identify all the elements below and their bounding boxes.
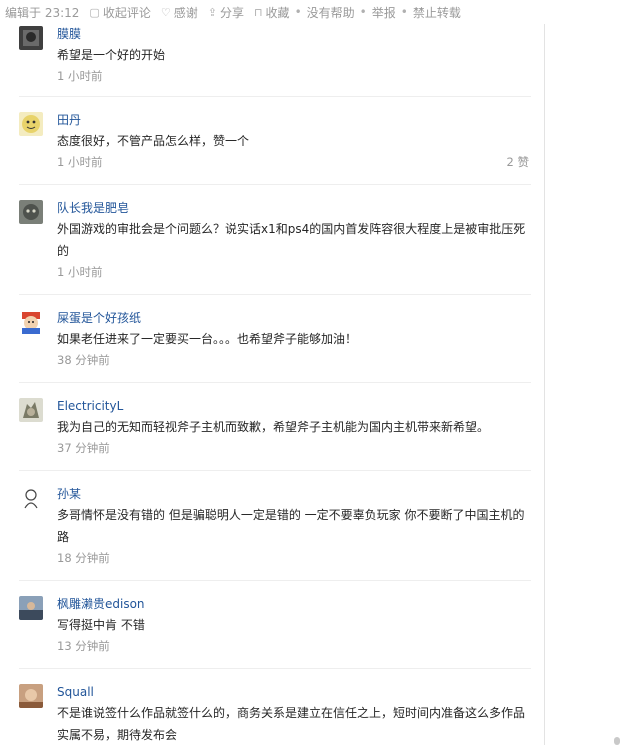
comment-author[interactable]: 膜膜 xyxy=(57,26,531,44)
comment-text: 如果老任进来了一定要买一台。。。也希望斧子能够加油！ xyxy=(57,332,358,346)
comment-text: 写得挺中肯 不错 xyxy=(57,618,145,632)
comment-author[interactable]: 屎蛋是个好孩纸 xyxy=(57,310,531,328)
comment-author[interactable]: 队长我是肥皂 xyxy=(57,200,531,218)
avatar-image xyxy=(19,26,43,50)
comment-author[interactable]: Squall xyxy=(57,684,531,702)
comment-icon: ▢ xyxy=(89,5,100,19)
avatar[interactable] xyxy=(19,398,43,422)
comment-item: 屎蛋是个好孩纸 如果老任进来了一定要买一台。。。也希望斧子能够加油！ 38 分钟… xyxy=(19,310,531,383)
comment-time: 18 分钟前 xyxy=(57,551,110,565)
separator-dot: • xyxy=(359,5,367,19)
comment-text: 态度很好，不管产品怎么样，赞一个 xyxy=(57,134,250,148)
thanks-button[interactable]: ♡ 感谢 xyxy=(161,4,198,21)
comment-item: 田丹 态度很好，不管产品怎么样，赞一个 1 小时前 2 赞 xyxy=(19,112,531,185)
share-icon: ⇪ xyxy=(207,5,217,19)
comment-item: 孙某 多哥情怀是没有错的 但是骗聪明人一定是错的 一定不要辜负玩家 你不要断了中… xyxy=(19,486,531,581)
avatar-image xyxy=(19,200,43,224)
comment-time: 1 小时前 xyxy=(57,69,103,83)
scrollbar-track[interactable] xyxy=(614,0,623,745)
heart-icon: ♡ xyxy=(160,5,171,19)
share-label: 分享 xyxy=(219,5,244,20)
comment-text: 不是谁说签什么作品就签什么的，商务关系是建立在信任之上，短时间内准备这么多作品实… xyxy=(57,706,526,742)
avatar[interactable] xyxy=(19,200,43,224)
answer-action-bar: 编辑于 23:12 ▢ 收起评论 ♡ 感谢 ⇪ 分享 ⊓ 收藏 • 没有帮助 •… xyxy=(0,0,623,24)
avatar[interactable] xyxy=(19,112,43,136)
collapse-comments-label: 收起评论 xyxy=(102,5,151,20)
comments-panel: 膜膜 希望是一个好的开始 1 小时前 田丹 态度很好，不管产品怎么样，赞一个 1… xyxy=(0,24,545,745)
avatar-image xyxy=(19,596,43,620)
comment-item: 队长我是肥皂 外国游戏的审批会是个问题么？说实话x1和ps4的国内首发阵容很大程… xyxy=(19,200,531,295)
comment-author[interactable]: ElectricityL xyxy=(57,398,531,416)
avatar-image xyxy=(19,310,43,334)
collapse-comments-button[interactable]: ▢ 收起评论 xyxy=(89,4,150,21)
favorite-label: 收藏 xyxy=(265,5,290,20)
share-button[interactable]: ⇪ 分享 xyxy=(208,4,244,21)
comment-time: 37 分钟前 xyxy=(57,441,110,455)
comment-text: 我为自己的无知而轻视斧子主机而致歉，希望斧子主机能为国内主机带来新希望。 xyxy=(57,420,490,434)
comment-time: 1 小时前 xyxy=(57,265,103,279)
comment-author[interactable]: 枫雕濑贵edison xyxy=(57,596,531,614)
separator-dot: • xyxy=(400,5,408,19)
separator-dot: • xyxy=(294,5,302,19)
comment-item: 膜膜 希望是一个好的开始 1 小时前 xyxy=(19,26,531,97)
avatar-image xyxy=(19,112,43,136)
comment-text: 希望是一个好的开始 xyxy=(57,48,166,62)
avatar[interactable] xyxy=(19,26,43,50)
avatar-image xyxy=(19,486,43,510)
comment-item: 枫雕濑贵edison 写得挺中肯 不错 13 分钟前 xyxy=(19,596,531,669)
comment-time: 1 小时前 xyxy=(57,155,103,169)
avatar[interactable] xyxy=(19,596,43,620)
thanks-label: 感谢 xyxy=(173,5,198,20)
avatar[interactable] xyxy=(19,684,43,708)
comment-text: 多哥情怀是没有错的 但是骗聪明人一定是错的 一定不要辜负玩家 你不要断了中国主机… xyxy=(57,508,525,544)
favorite-button[interactable]: ⊓ 收藏 xyxy=(254,4,290,21)
avatar-image xyxy=(19,684,43,708)
scrollbar-thumb[interactable] xyxy=(614,737,620,745)
like-count[interactable]: 2 赞 xyxy=(507,153,529,171)
comment-author[interactable]: 田丹 xyxy=(57,112,531,130)
avatar-image xyxy=(19,398,43,422)
bookmark-icon: ⊓ xyxy=(253,5,263,19)
report-button[interactable]: 举报 xyxy=(372,4,396,21)
avatar[interactable] xyxy=(19,310,43,334)
comment-time: 38 分钟前 xyxy=(57,353,110,367)
comment-author[interactable]: 孙某 xyxy=(57,486,531,504)
comment-text: 外国游戏的审批会是个问题么？说实话x1和ps4的国内首发阵容很大程度上是被审批压… xyxy=(57,222,526,258)
edited-time: 编辑于 23:12 xyxy=(5,5,80,20)
comment-item: ElectricityL 我为自己的无知而轻视斧子主机而致歉，希望斧子主机能为国… xyxy=(19,398,531,471)
no-help-button[interactable]: 没有帮助 xyxy=(307,4,355,21)
comment-item: Squall 不是谁说签什么作品就签什么的，商务关系是建立在信任之上，短时间内准… xyxy=(19,684,531,745)
avatar[interactable] xyxy=(19,486,43,510)
no-repost-button[interactable]: 禁止转载 xyxy=(413,4,461,21)
comment-time: 13 分钟前 xyxy=(57,639,110,653)
